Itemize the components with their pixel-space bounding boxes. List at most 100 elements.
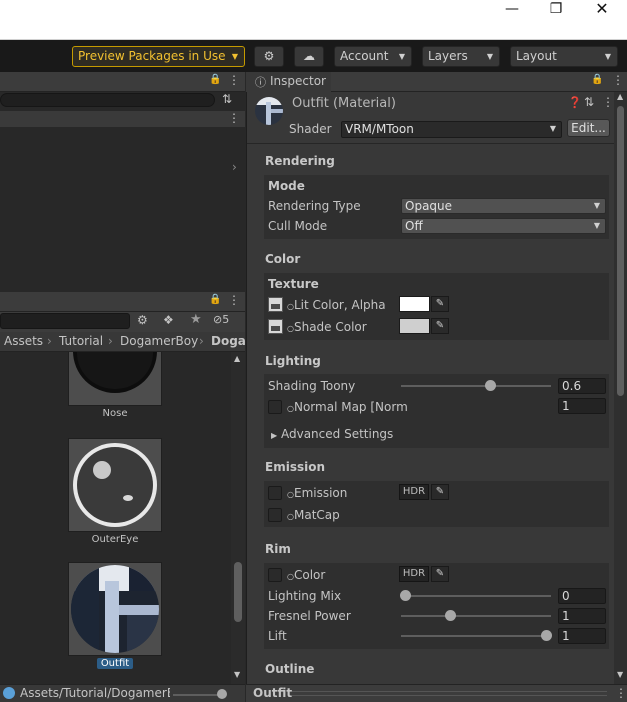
eyedropper-icon[interactable]: ✎ [431, 296, 449, 312]
breadcrumb-item[interactable]: Assets [4, 334, 43, 348]
preset-icon[interactable]: ⇅ [584, 95, 594, 109]
rendering-type-dropdown[interactable]: Opaque ▼ [401, 198, 606, 214]
cloud-icon: ☁ [303, 49, 315, 63]
scroll-down-icon[interactable]: ▼ [617, 670, 623, 679]
asset-thumbnail[interactable] [68, 352, 162, 406]
asset-name-selected[interactable]: Outfit [97, 658, 133, 669]
layers-label: Layers [428, 49, 468, 63]
scrollbar-thumb[interactable] [617, 106, 624, 396]
account-dropdown[interactable]: Account ▼ [334, 46, 412, 67]
lift-slider[interactable] [401, 635, 551, 637]
menu-dots-icon[interactable]: ⋮ [615, 686, 627, 700]
lock-icon[interactable]: 🔒 [591, 74, 603, 85]
breadcrumb: Assets › Tutorial › DogamerBoy › Doga [0, 332, 245, 352]
eyedropper-icon[interactable]: ✎ [431, 484, 449, 500]
selected-asset-path: Assets/Tutorial/DogamerBc [20, 686, 170, 700]
breadcrumb-item[interactable]: Tutorial [59, 334, 103, 348]
lighting-mix-knob[interactable] [400, 590, 411, 601]
filter-type-icon[interactable]: ⚙ [137, 313, 148, 327]
lift-field[interactable]: 1 [558, 628, 606, 644]
window-title-bar: — ❐ ✕ [0, 0, 627, 40]
minimize-icon[interactable]: — [489, 0, 535, 18]
help-icon[interactable]: ❓ [568, 96, 582, 109]
layers-dropdown[interactable]: Layers ▼ [422, 46, 500, 67]
tag-icon[interactable]: ❖ [163, 313, 174, 327]
emission-checkbox[interactable] [268, 486, 282, 500]
breadcrumb-item[interactable]: DogamerBoy [120, 334, 198, 348]
asset-thumbnail[interactable] [68, 438, 162, 532]
fresnel-power-knob[interactable] [445, 610, 456, 621]
collab-button[interactable]: ⚙ [254, 46, 284, 67]
lit-color-swatch[interactable] [399, 296, 430, 312]
menu-dots-icon[interactable]: ⋮ [228, 111, 240, 125]
lock-icon[interactable]: 🔒 [209, 74, 221, 85]
project-search-input[interactable] [0, 313, 130, 329]
thumbnail-size-knob[interactable] [217, 689, 227, 699]
caret-down-icon: ▼ [486, 52, 493, 61]
inspector-preview-bar[interactable]: Outfit ⋮ [246, 684, 627, 702]
normal-map-field[interactable]: 1 [558, 398, 606, 414]
shader-label: Shader [289, 122, 332, 136]
lighting-mix-field[interactable]: 0 [558, 588, 606, 604]
lift-knob[interactable] [541, 630, 552, 641]
eyedropper-icon[interactable]: ✎ [431, 318, 449, 334]
menu-dots-icon[interactable]: ⋮ [602, 95, 614, 109]
matcap-checkbox[interactable] [268, 508, 282, 522]
shade-color-swatch[interactable] [399, 318, 430, 334]
hierarchy-search-input[interactable] [0, 93, 215, 107]
sort-icon[interactable]: ⇅ [222, 92, 232, 106]
shader-dropdown[interactable]: VRM/MToon ▼ [341, 121, 562, 138]
normal-map-checkbox[interactable] [268, 400, 282, 414]
hidden-count[interactable]: ⊘5 [213, 313, 229, 326]
menu-dots-icon[interactable]: ⋮ [228, 293, 240, 307]
caret-down-icon: ▼ [593, 201, 600, 210]
section-title-rendering: Rendering [265, 154, 335, 168]
shade-color-label-text: Shade Color [293, 320, 367, 334]
advanced-settings-label: Advanced Settings [280, 427, 394, 441]
eyedropper-icon[interactable]: ✎ [431, 566, 449, 582]
cull-mode-dropdown[interactable]: Off ▼ [401, 218, 606, 234]
shading-toony-field[interactable]: 0.6 [558, 378, 606, 394]
restore-icon[interactable]: ❐ [533, 0, 579, 18]
scroll-up-icon[interactable]: ▲ [617, 92, 623, 101]
texture-slot-icon[interactable] [268, 297, 283, 312]
rim-color-checkbox[interactable] [268, 568, 282, 582]
asset-thumbnail-selected[interactable] [68, 562, 162, 656]
shading-toony-slider[interactable] [401, 385, 551, 387]
project-scrollbar[interactable]: ▲ ▼ [231, 352, 245, 684]
scrollbar-thumb[interactable] [234, 562, 242, 622]
scroll-up-icon[interactable]: ▲ [234, 354, 240, 363]
preview-drag-handle[interactable] [292, 691, 607, 696]
fresnel-power-slider[interactable] [401, 615, 551, 617]
caret-down-icon: ▼ [604, 52, 611, 61]
shading-toony-knob[interactable] [485, 380, 496, 391]
hierarchy-scene-row[interactable]: ⋮ [0, 111, 245, 127]
emission-hdr-swatch[interactable]: HDR [399, 484, 429, 500]
breadcrumb-separator: › [199, 334, 204, 348]
menu-dots-icon[interactable]: ⋮ [228, 73, 240, 87]
section-title-lighting: Lighting [265, 354, 321, 368]
cloud-button[interactable]: ☁ [294, 46, 324, 67]
advanced-settings-foldout[interactable]: ▶ Advanced Settings [271, 427, 393, 441]
star-icon[interactable]: ★ [190, 312, 202, 327]
preview-packages-button[interactable]: Preview Packages in Use ▼ [72, 46, 245, 67]
chevron-right-icon[interactable]: › [232, 160, 237, 174]
inspector-scrollbar[interactable]: ▲ ▼ [614, 92, 627, 684]
close-icon[interactable]: ✕ [579, 0, 625, 18]
lighting-mix-label: Lighting Mix [268, 589, 342, 603]
lock-icon[interactable]: 🔒 [209, 294, 221, 305]
gear-icon: ⚙ [263, 49, 275, 63]
layout-dropdown[interactable]: Layout ▼ [510, 46, 618, 67]
rim-hdr-swatch[interactable]: HDR [399, 566, 429, 582]
fresnel-power-field[interactable]: 1 [558, 608, 606, 624]
preview-packages-label: Preview Packages in Use [78, 49, 226, 63]
lighting-mix-slider[interactable] [401, 595, 551, 597]
breadcrumb-item[interactable]: Doga [211, 334, 245, 348]
texture-slot-icon[interactable] [268, 319, 283, 334]
thumbnail-size-slider[interactable] [173, 694, 223, 696]
scroll-down-icon[interactable]: ▼ [234, 670, 240, 679]
tab-inspector[interactable]: ⓘ Inspector [246, 72, 331, 92]
account-label: Account [340, 49, 389, 63]
menu-dots-icon[interactable]: ⋮ [612, 73, 624, 87]
edit-shader-button[interactable]: Edit... [567, 119, 610, 137]
